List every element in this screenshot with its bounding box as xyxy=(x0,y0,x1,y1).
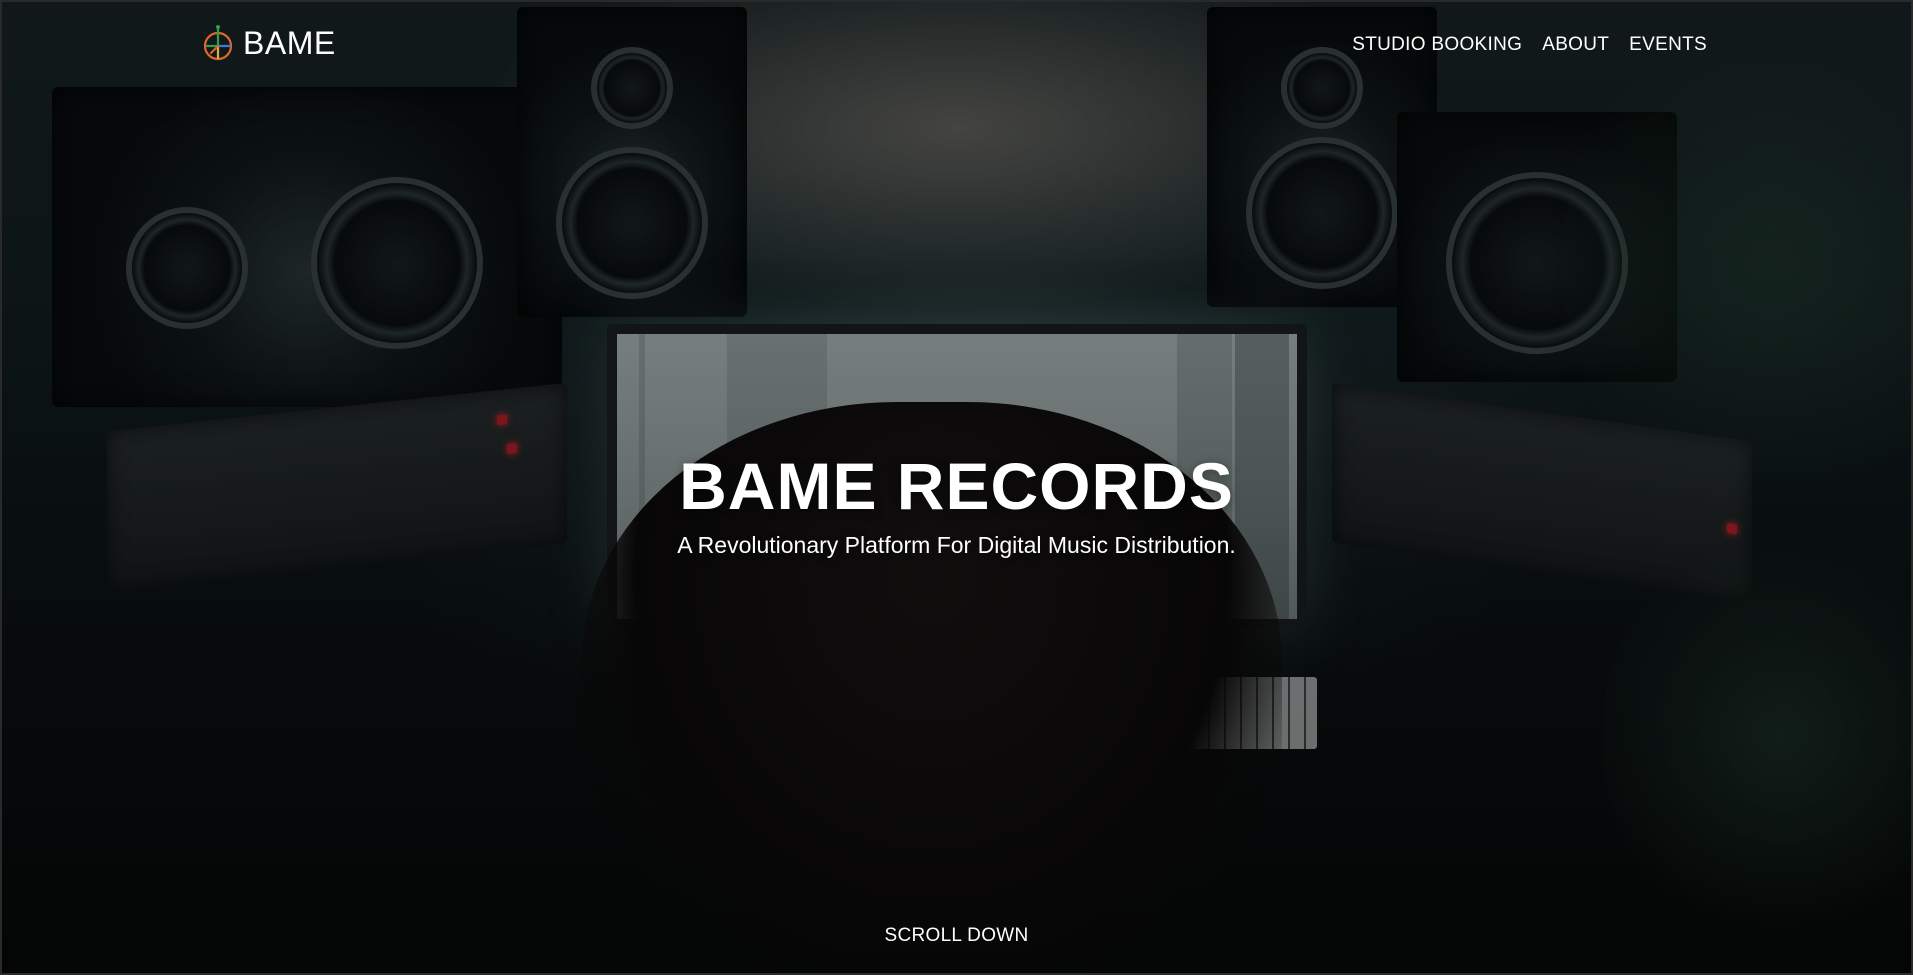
brand-home-link[interactable]: BAME xyxy=(202,24,336,62)
site-header: BAME STUDIO BOOKING ABOUT EVENTS xyxy=(2,2,1911,88)
page: BAME STUDIO BOOKING ABOUT EVENTS BAME RE… xyxy=(0,0,1913,975)
bame-compass-logo-icon xyxy=(203,25,233,61)
nav-link-studio-booking[interactable]: STUDIO BOOKING xyxy=(1352,34,1522,56)
nav-link-events[interactable]: EVENTS xyxy=(1629,34,1707,56)
hero-title: BAME RECORDS xyxy=(679,449,1234,523)
main-nav: STUDIO BOOKING ABOUT EVENTS xyxy=(1352,34,1707,56)
nav-link-about[interactable]: ABOUT xyxy=(1542,34,1609,56)
scroll-down-link[interactable]: SCROLL DOWN xyxy=(2,925,1911,947)
brand-name: BAME xyxy=(243,24,336,61)
hero-subtitle: A Revolutionary Platform For Digital Mus… xyxy=(677,532,1236,558)
